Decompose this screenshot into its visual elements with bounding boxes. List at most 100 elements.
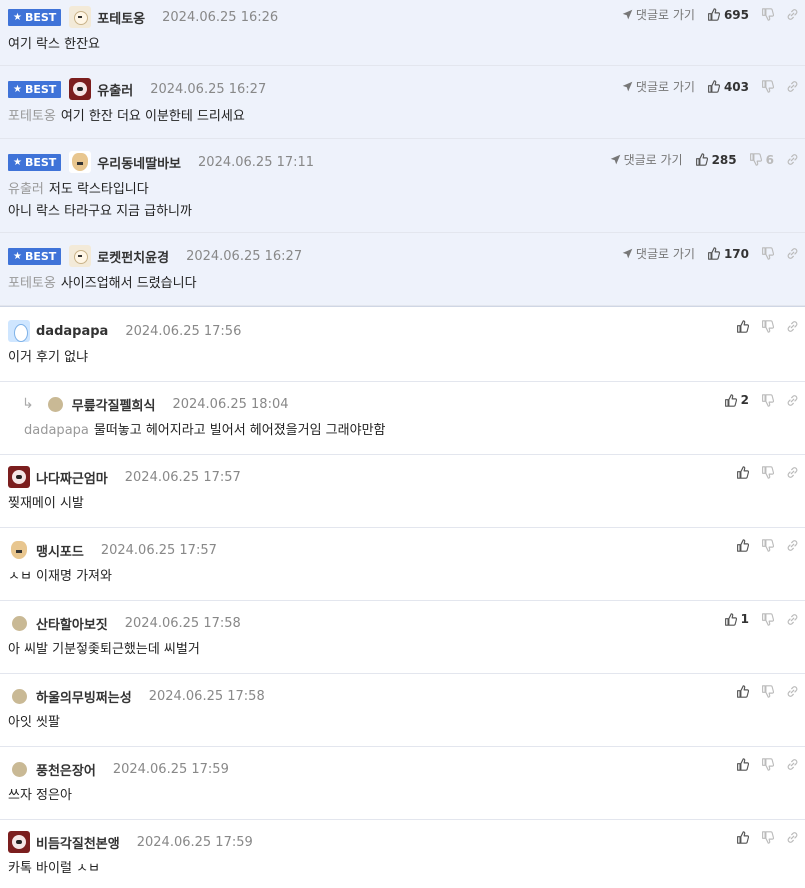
avatar-icon [69,78,92,100]
like-button[interactable]: 1 [724,612,749,626]
share-link-button[interactable] [786,539,799,552]
comment-body: 아잇 씻팔 [8,712,60,734]
share-link-button[interactable] [786,466,799,479]
share-link-button[interactable] [786,8,799,21]
comment-body: 쓰자 정은아 [8,785,72,807]
author-name[interactable]: dadapapa [36,324,108,339]
thumbs-down-icon [761,8,774,21]
thumbs-up-icon [707,80,720,93]
like-count: 695 [723,7,749,22]
author-name[interactable]: 하울의무빙쩌는성 [36,687,132,706]
thumbs-up-icon [736,831,749,844]
thumbs-down-icon [761,685,774,698]
share-link-button[interactable] [786,758,799,771]
dislike-button[interactable]: 6 [749,153,774,167]
dislike-button[interactable] [761,831,774,844]
avatar-icon [12,761,27,777]
share-link-button[interactable] [786,247,799,260]
like-button[interactable] [736,685,749,698]
like-button[interactable] [736,758,749,771]
like-button[interactable]: 695 [707,8,749,22]
share-link-button[interactable] [786,320,799,333]
dislike-button[interactable] [761,758,774,771]
like-button[interactable]: 403 [707,80,749,94]
like-count: 1 [740,612,749,626]
share-link-button[interactable] [786,685,799,698]
like-button[interactable]: 2 [724,393,749,407]
comment-date: 2024.06.25 17:58 [148,688,265,704]
author-name[interactable]: 유출러 [97,80,133,99]
dislike-button[interactable] [761,247,774,260]
comment-text: 물떠놓고 헤어지라고 빌어서 헤어졌을거임 그래야만함 [93,423,386,438]
comment-line: 유출러 저도 락스타입니다 [8,179,192,201]
link-icon [786,320,799,333]
like-count: 403 [723,79,749,94]
thumbs-up-icon [736,758,749,771]
author-name[interactable]: 로켓펀치윤경 [97,247,169,266]
comment-text: 여기 한잔 더요 이분한테 드리세요 [60,109,245,124]
author-name[interactable]: 우리동네딸바보 [97,153,181,172]
dislike-button[interactable] [761,466,774,479]
thumbs-up-icon [724,393,737,407]
share-link-button[interactable] [786,613,799,626]
like-button[interactable]: 170 [707,247,749,261]
comment-meta: 하울의무빙쩌는성 2024.06.25 17:58 [8,685,265,707]
like-button[interactable]: 285 [695,153,737,167]
comment-date: 2024.06.25 16:27 [150,81,267,97]
share-link-button[interactable] [786,153,799,166]
link-icon [786,153,799,166]
dislike-button[interactable] [761,8,774,21]
reply-mention[interactable]: 포테토옹 [8,109,56,124]
author-name[interactable]: 산타할아보짓 [36,614,108,633]
dislike-button[interactable] [761,80,774,93]
author-name[interactable]: 무릎각질펠희식 [72,395,156,414]
goto-comment-button[interactable]: 댓글로 가기 [622,78,695,95]
dislike-button[interactable] [761,393,774,407]
share-link-button[interactable] [786,831,799,844]
comment-actions [724,831,799,844]
thumbs-down-icon [761,80,774,93]
comment-meta: ★ BEST 유출러 2024.06.25 16:27 [8,78,266,100]
comment-actions: 댓글로 가기 285 6 [610,151,799,168]
like-button[interactable] [736,539,749,552]
dislike-button[interactable] [761,320,774,333]
author-name[interactable]: 비듬각질천본앵 [36,833,120,852]
share-link-button[interactable] [786,394,799,407]
dislike-button[interactable] [761,685,774,698]
comment-text: ㅅㅂ 이재명 가져와 [8,569,112,584]
goto-comment-button[interactable]: 댓글로 가기 [610,151,683,168]
goto-comment-button[interactable]: 댓글로 가기 [622,245,695,262]
comment-meta: ★ BEST 포테토옹 2024.06.25 16:26 [8,6,278,28]
like-button[interactable] [736,466,749,479]
author-name[interactable]: 맹시포드 [36,541,84,560]
like-button[interactable] [736,320,749,333]
thumbs-up-icon [695,153,708,166]
author-name[interactable]: 포테토옹 [97,8,145,27]
comment-date: 2024.06.25 17:59 [112,761,229,777]
reply-mention[interactable]: 유출러 [8,182,44,197]
avatar-icon [8,320,30,342]
link-icon [786,613,799,626]
thumbs-up-icon [707,8,720,21]
comment-body: ㅅㅂ 이재명 가져와 [8,566,112,588]
goto-comment-button[interactable]: 댓글로 가기 [622,6,695,23]
comment-text: 쓰자 정은아 [8,788,72,803]
comment-meta: ★ BEST 로켓펀치윤경 2024.06.25 16:27 [8,245,302,267]
reply-mention[interactable]: dadapapa [24,423,89,438]
like-button[interactable] [736,831,749,844]
share-link-button[interactable] [786,80,799,93]
thumbs-down-icon [761,612,774,626]
author-name[interactable]: 나다짜근엄마 [36,468,108,487]
comment-date: 2024.06.25 18:04 [172,396,289,412]
send-icon [622,248,633,259]
author-name[interactable]: 풍천은장어 [36,760,96,779]
comment-actions: 댓글로 가기 170 [622,245,799,262]
thumbs-down-icon [761,393,774,407]
best-badge: ★ BEST [8,8,62,26]
reply-mention[interactable]: 포테토옹 [8,276,56,291]
dislike-button[interactable] [761,539,774,552]
comments-list: dadapapa 2024.06.25 17:56 이거 후기 없냐 ↳ 무릎각질펠희식… [0,309,805,888]
dislike-button[interactable] [761,612,774,626]
comment-item: 맹시포드 2024.06.25 17:57 ㅅㅂ 이재명 가져와 [0,528,805,601]
avatar-icon [8,466,30,488]
